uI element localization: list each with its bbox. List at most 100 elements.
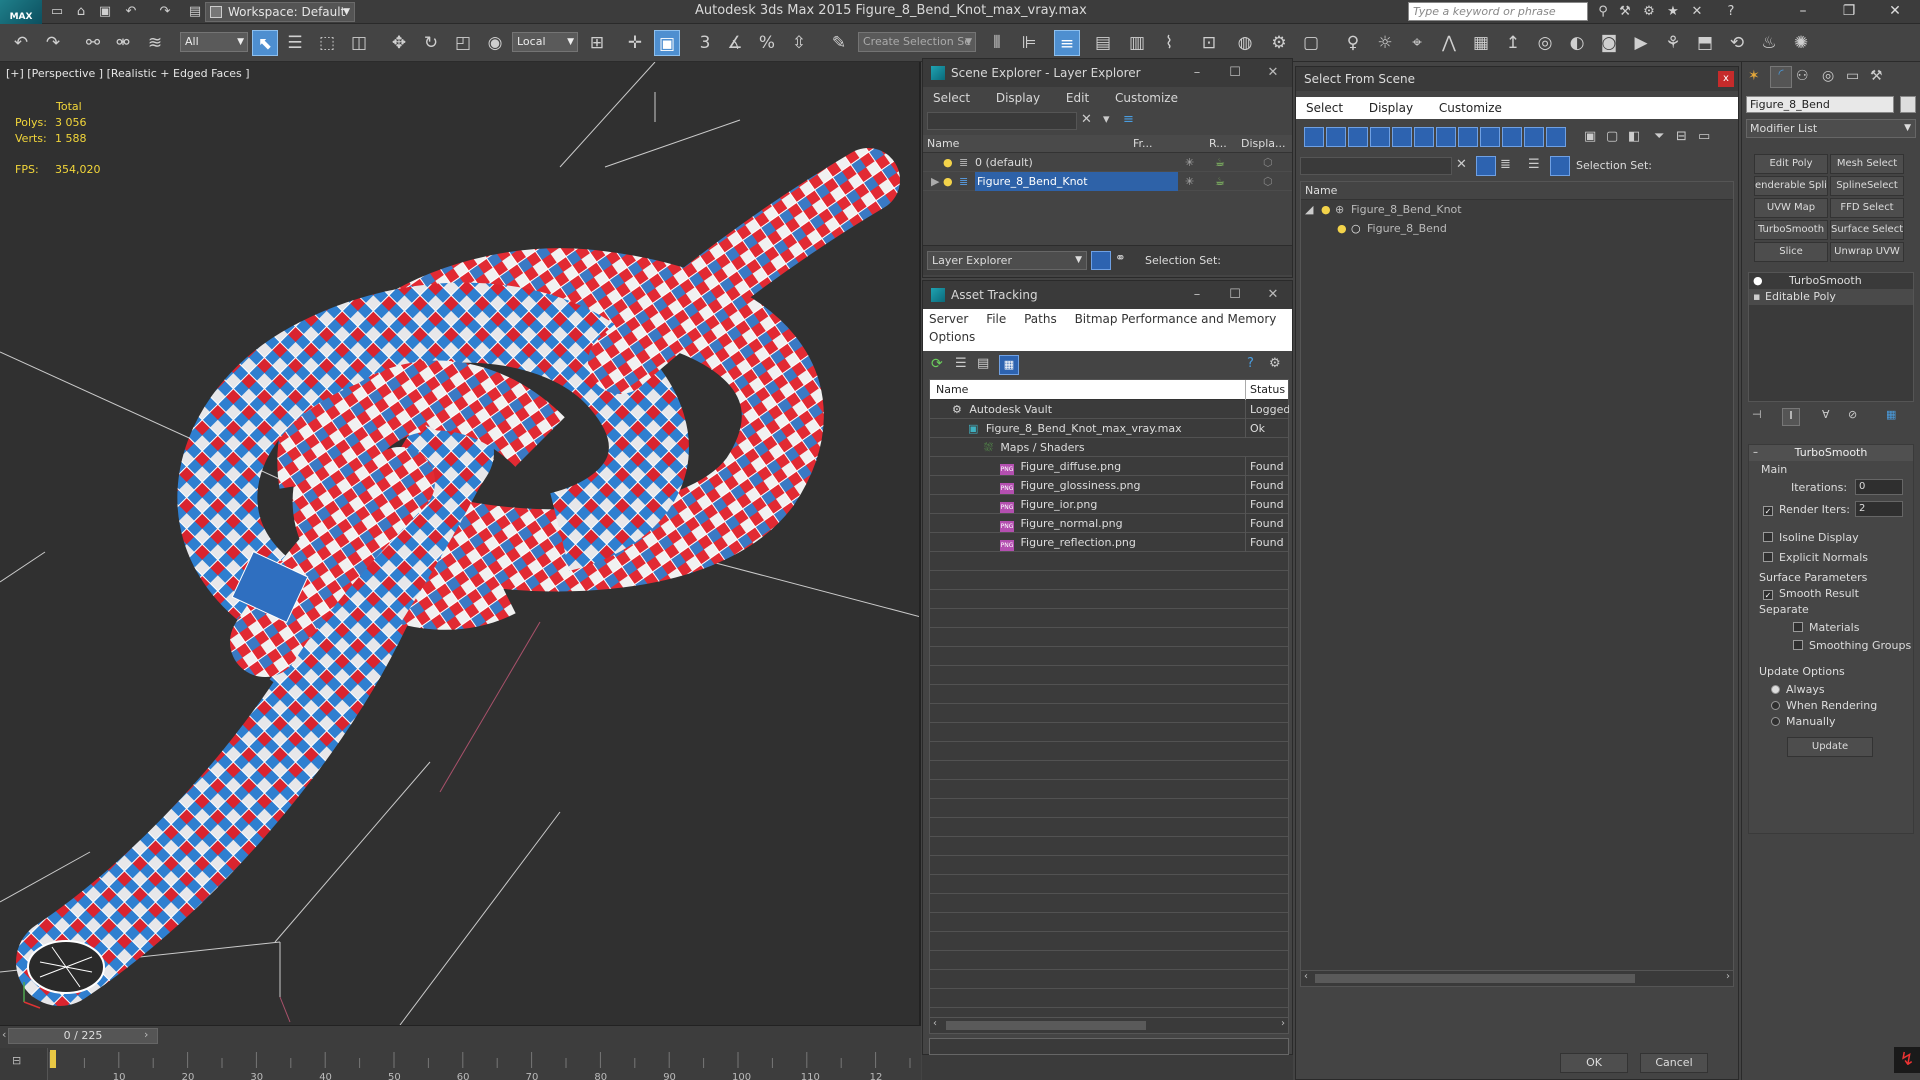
favorites-star-icon[interactable]: ★ bbox=[1664, 3, 1682, 21]
vray-render-icon[interactable]: ▶ bbox=[1628, 30, 1654, 56]
unwrap-uvw-button[interactable]: Unwrap UVW bbox=[1830, 242, 1904, 262]
update-button[interactable]: Update bbox=[1787, 737, 1873, 757]
mesh-select-button[interactable]: Mesh Select bbox=[1830, 154, 1904, 174]
viewport-label[interactable]: [+] [Perspective ] [Realistic + Edged Fa… bbox=[6, 67, 250, 80]
object-name-input[interactable]: Figure_8_Bend bbox=[1746, 96, 1894, 113]
table-view-icon[interactable]: ▦ bbox=[999, 355, 1019, 375]
asset-row-vault[interactable]: ⚙ Autodesk Vault Logged Out bbox=[930, 400, 1289, 419]
spline-select-button[interactable]: SplineSelect bbox=[1830, 176, 1904, 196]
vray-light-icon[interactable]: ♀ bbox=[1340, 30, 1366, 56]
named-selection-sets-dropdown[interactable]: Create Selection Se ▼ bbox=[858, 32, 976, 52]
vray-material-icon[interactable]: ◙ bbox=[1596, 30, 1622, 56]
menu-customize[interactable]: Customize bbox=[1115, 91, 1178, 105]
motion-tab-icon[interactable]: ◎ bbox=[1822, 68, 1834, 84]
rotate-icon[interactable]: ↻ bbox=[418, 30, 444, 56]
asset-row-maps[interactable]: ⛆ Maps / Shaders bbox=[930, 438, 1288, 457]
collapse-arrow-icon[interactable]: ◢ bbox=[1305, 200, 1313, 219]
menu-bitmap-performance[interactable]: Bitmap Performance and Memory bbox=[1075, 312, 1277, 326]
select-invert-icon[interactable]: ◧ bbox=[1628, 129, 1640, 144]
render-iters-spinner[interactable]: 2 bbox=[1855, 501, 1903, 517]
angle-snap-icon[interactable]: ∡ bbox=[722, 30, 748, 56]
horizontal-scrollbar[interactable]: ‹ › bbox=[1301, 970, 1733, 986]
curve-editor-icon[interactable]: ⌇ bbox=[1156, 30, 1182, 56]
display-box-icon[interactable]: ⬡ bbox=[1263, 153, 1273, 172]
mini-curve-editor-toggle[interactable]: ⊟ bbox=[0, 1048, 48, 1080]
find-input[interactable] bbox=[1300, 157, 1452, 175]
scene-explorer-titlebar[interactable]: Scene Explorer - Layer Explorer – ☐ ✕ bbox=[923, 59, 1292, 87]
select-manipulate-icon[interactable]: ✛ bbox=[622, 30, 648, 56]
column-frozen[interactable]: Fr... bbox=[1133, 135, 1153, 153]
maximize-icon[interactable]: ☐ bbox=[1216, 59, 1254, 87]
tree-row-bend[interactable]: ● ○ Figure_8_Bend bbox=[1301, 219, 1733, 238]
help-icon[interactable]: ? bbox=[1722, 3, 1740, 21]
filter-helpers-icon[interactable] bbox=[1392, 127, 1412, 147]
column-name[interactable]: Name bbox=[936, 380, 968, 400]
isoline-display-checkbox[interactable]: Isoline Display bbox=[1763, 531, 1859, 544]
pivot-center-icon[interactable]: ⊞ bbox=[584, 30, 610, 56]
render-iters-checkbox[interactable]: ✓ Render Iters: bbox=[1763, 503, 1850, 516]
checkbox-icon[interactable] bbox=[1763, 552, 1773, 562]
vray-toolbar-icon[interactable]: ⚘ bbox=[1660, 30, 1686, 56]
unlink-icon[interactable]: ⚮ bbox=[110, 30, 136, 56]
menu-paths[interactable]: Paths bbox=[1024, 312, 1057, 326]
filter-icon[interactable]: ▾ bbox=[1103, 112, 1110, 127]
radio-selected-icon[interactable] bbox=[1771, 685, 1780, 694]
minimize-button[interactable]: – bbox=[1780, 0, 1826, 24]
vray-environment-icon[interactable]: ⟲ bbox=[1724, 30, 1750, 56]
asset-row-png[interactable]: PNG Figure_diffuse.png Found bbox=[930, 457, 1288, 476]
filter-toggle-icon[interactable] bbox=[1476, 156, 1496, 176]
materials-checkbox[interactable]: Materials bbox=[1793, 621, 1859, 634]
layer-add-icon[interactable]: ≡ bbox=[1123, 112, 1134, 127]
close-button[interactable]: ✕ bbox=[1872, 0, 1918, 24]
layer-mode-icon[interactable] bbox=[1091, 251, 1111, 270]
checkbox-checked-icon[interactable]: ✓ bbox=[1763, 590, 1773, 600]
find-input[interactable] bbox=[927, 112, 1077, 130]
filter-lights-icon[interactable] bbox=[1348, 127, 1368, 147]
perspective-viewport[interactable]: [+] [Perspective ] [Realistic + Edged Fa… bbox=[0, 62, 921, 1025]
layer-icon[interactable]: ≣ bbox=[1500, 157, 1511, 172]
filter-geometry-icon[interactable] bbox=[1304, 127, 1324, 147]
maximize-icon[interactable]: ☐ bbox=[1216, 281, 1254, 309]
close-button[interactable]: x bbox=[1718, 71, 1734, 87]
vray-vfb-icon[interactable]: ◐ bbox=[1564, 30, 1590, 56]
redo-icon[interactable]: ↷ bbox=[40, 30, 66, 56]
surface-select-button[interactable]: Surface Select bbox=[1830, 220, 1904, 240]
horizontal-scrollbar[interactable]: ‹ › bbox=[930, 1017, 1288, 1033]
menu-options[interactable]: Options bbox=[929, 330, 1286, 344]
radio-icon[interactable] bbox=[1771, 701, 1780, 710]
column-name[interactable]: Name bbox=[927, 135, 959, 153]
filter-cameras-icon[interactable] bbox=[1370, 127, 1390, 147]
menu-customize[interactable]: Customize bbox=[1439, 101, 1502, 115]
menu-server[interactable]: Server bbox=[929, 312, 968, 326]
save-file-icon[interactable]: ▣ bbox=[96, 4, 114, 20]
display-box-icon[interactable]: ⬡ bbox=[1263, 172, 1273, 191]
select-all-icon[interactable]: ▣ bbox=[1584, 129, 1596, 144]
display-tab-icon[interactable]: ▭ bbox=[1846, 68, 1859, 84]
freeze-icon[interactable]: ✳ bbox=[1185, 153, 1194, 172]
select-from-scene-titlebar[interactable]: Select From Scene x bbox=[1296, 67, 1738, 91]
asset-row-png[interactable]: PNG Figure_normal.png Found bbox=[930, 514, 1288, 533]
vray-proxy-icon[interactable]: ↥ bbox=[1500, 30, 1526, 56]
expand-arrow-icon[interactable]: ▶ bbox=[931, 172, 939, 191]
expand-icon[interactable]: ▪ bbox=[1753, 289, 1760, 305]
rollout-header[interactable]: – TurboSmooth bbox=[1749, 445, 1913, 461]
reference-coordinate-dropdown[interactable]: Local ▼ bbox=[512, 32, 578, 52]
select-by-name-icon[interactable]: ☰ bbox=[282, 30, 308, 56]
checkbox-icon[interactable] bbox=[1763, 532, 1773, 542]
layer-row-default[interactable]: ● ≣ 0 (default) ✳ ☕ ⬡ bbox=[923, 153, 1292, 172]
render-teapot-icon[interactable]: ☕ bbox=[1215, 172, 1225, 191]
hierarchy-toggle-icon[interactable] bbox=[1550, 156, 1570, 176]
vray-bulb-icon[interactable]: ✺ bbox=[1788, 30, 1814, 56]
create-tab-icon[interactable]: ✶ bbox=[1748, 68, 1760, 84]
app-logo[interactable]: MAX bbox=[0, 0, 42, 24]
stack-item-editable-poly[interactable]: ▪ Editable Poly bbox=[1749, 289, 1913, 305]
pin-stack-icon[interactable]: ⊣ bbox=[1752, 408, 1762, 421]
checkbox-icon[interactable] bbox=[1793, 640, 1803, 650]
place-icon[interactable]: ◉ bbox=[482, 30, 508, 56]
vray-camera-icon[interactable]: ⌖ bbox=[1404, 30, 1430, 56]
edit-named-selection-icon[interactable]: ✎ bbox=[826, 30, 852, 56]
link-icon[interactable]: ⚯ bbox=[80, 30, 106, 56]
filter-hidden-icon[interactable] bbox=[1546, 127, 1566, 147]
toggle-layer-explorer-icon[interactable]: ▤ bbox=[1090, 30, 1116, 56]
when-rendering-radio[interactable]: When Rendering bbox=[1771, 699, 1877, 712]
